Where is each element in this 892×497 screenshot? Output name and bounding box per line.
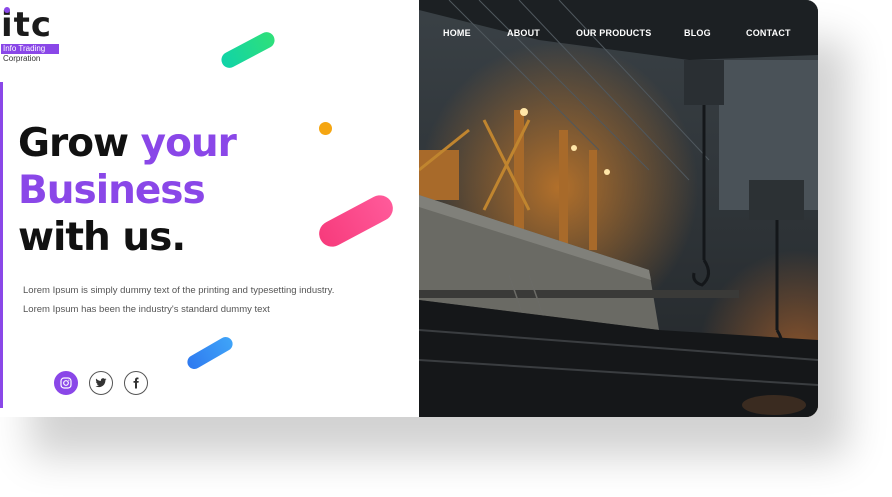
hero-description: Lorem Ipsum is simply dummy text of the … — [23, 285, 335, 315]
nav-our-products[interactable]: OUR PRODUCTS — [576, 28, 651, 38]
accent-line — [0, 82, 3, 408]
landing-card: itc Info Trading Corpration Grow your Bu… — [0, 0, 818, 417]
nav-home[interactable]: HOME — [443, 28, 471, 38]
hero-line1-a: Grow — [18, 121, 141, 166]
logo-tagline-line2: Corpration — [3, 54, 41, 63]
nav-contact[interactable]: CONTACT — [746, 28, 791, 38]
factory-illustration — [419, 0, 818, 417]
hero-factory-photo — [419, 0, 818, 417]
logo-mark: itc — [1, 7, 59, 42]
main-nav: HOME ABOUT OUR PRODUCTS BLOG CONTACT — [419, 28, 818, 44]
decorative-pink-pill — [314, 190, 398, 252]
logo-dot — [4, 7, 10, 13]
logo-tagline-line1: Info Trading — [1, 44, 59, 54]
instagram-icon[interactable] — [54, 371, 78, 395]
facebook-icon[interactable] — [124, 371, 148, 395]
social-links — [54, 371, 148, 395]
hero-line2: Business — [18, 168, 206, 213]
nav-about[interactable]: ABOUT — [507, 28, 540, 38]
decorative-blue-pill — [184, 334, 236, 372]
decorative-green-pill — [218, 29, 278, 71]
logo[interactable]: itc Info Trading Corpration — [1, 7, 59, 64]
twitter-icon[interactable] — [89, 371, 113, 395]
nav-blog[interactable]: BLOG — [684, 28, 711, 38]
hero-line3: with us. — [18, 215, 186, 260]
hero-heading: Grow your Business with us. — [18, 120, 237, 261]
hero-line1-b: your — [140, 121, 237, 166]
decorative-orange-dot — [319, 122, 332, 135]
